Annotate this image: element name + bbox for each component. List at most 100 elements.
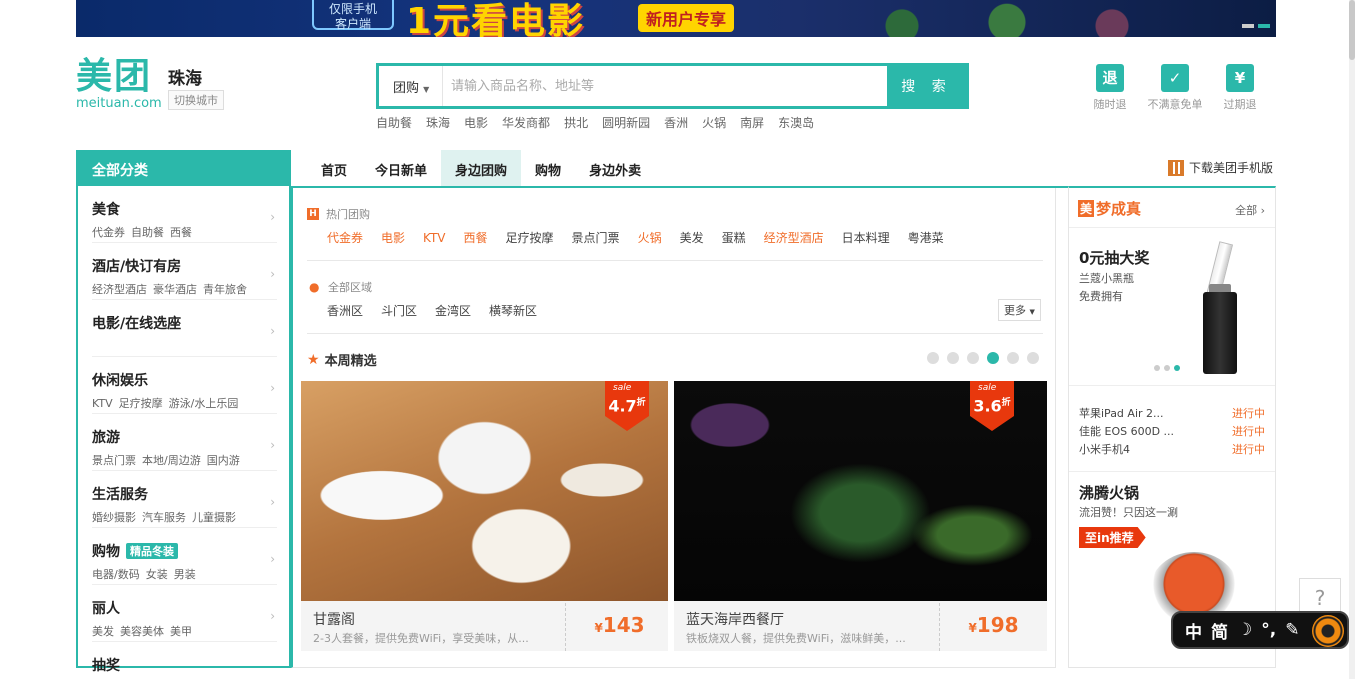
category-sub-link[interactable]: 儿童摄影	[192, 511, 236, 524]
category-sub-link[interactable]: 男装	[174, 568, 196, 581]
hot-search-word[interactable]: 珠海	[426, 116, 450, 130]
area-tag[interactable]: 斗门区	[381, 304, 417, 318]
hot-tag[interactable]: 西餐	[464, 231, 488, 245]
prize-card[interactable]: 0元抽大奖 兰蔻小黑瓶 免费拥有	[1069, 228, 1275, 386]
category-sub-link[interactable]: 美容美体	[120, 625, 164, 638]
category-sub-link[interactable]: 国内游	[207, 454, 240, 467]
hot-tag[interactable]: 电影	[381, 231, 405, 245]
category-sub-link[interactable]: 美甲	[170, 625, 192, 638]
category-sub-link[interactable]: 自助餐	[131, 226, 164, 239]
nav-tab[interactable]: 今日新单	[361, 150, 441, 186]
area-tag[interactable]: 金湾区	[435, 304, 471, 318]
hot-search-word[interactable]: 圆明新园	[602, 116, 650, 130]
category-sub-link[interactable]: 经济型酒店	[92, 283, 147, 296]
sidebar-category[interactable]: 旅游 景点门票 本地/周边游 国内游 ›	[92, 414, 277, 471]
nav-tab[interactable]: 购物	[521, 150, 575, 186]
category-sub-link[interactable]: KTV	[92, 397, 113, 410]
hot-tag[interactable]: 火锅	[638, 231, 662, 245]
hot-search-word[interactable]: 自助餐	[376, 116, 412, 130]
hot-tag[interactable]: 景点门票	[572, 231, 620, 245]
switch-city-button[interactable]: 切换城市	[168, 90, 224, 110]
hot-tag[interactable]: 日本料理	[842, 231, 890, 245]
app-download-link[interactable]: 下载美团手机版	[1168, 159, 1273, 176]
hot-tag[interactable]: 足疗按摩	[506, 231, 554, 245]
carousel-dot[interactable]	[927, 352, 939, 364]
category-sub-link[interactable]: 西餐	[170, 226, 192, 239]
view-all-link[interactable]: 全部 ›	[1235, 202, 1265, 218]
sidebar-category[interactable]: 丽人 美发 美容美体 美甲 ›	[92, 585, 277, 642]
area-tag[interactable]: 香洲区	[327, 304, 363, 318]
category-sub-link[interactable]: 青年旅舍	[203, 283, 247, 296]
ime-lang-icon[interactable]: 中	[1185, 618, 1202, 643]
hot-search-word[interactable]: 东澳岛	[778, 116, 814, 130]
ime-toolbar[interactable]: 中简 ☽ °, ✎	[1171, 611, 1349, 649]
category-sub-link[interactable]: 本地/周边游	[142, 454, 201, 467]
hot-tag[interactable]: KTV	[423, 231, 445, 245]
category-title[interactable]: 休闲娱乐	[92, 370, 277, 390]
guarantee-item[interactable]: ¥ 过期退	[1210, 64, 1270, 112]
category-sub-link[interactable]: 游泳/水上乐园	[169, 397, 239, 410]
deal-card[interactable]: sale 3.6折 蓝天海岸西餐厅 铁板烧双人餐，提供免费WiFi，滋味鲜美，..…	[674, 381, 1047, 651]
hot-search-word[interactable]: 火锅	[702, 116, 726, 130]
banner-dots[interactable]	[1238, 17, 1270, 31]
sidebar-category[interactable]: 抽奖	[92, 642, 277, 679]
hot-tag[interactable]: 蛋糕	[722, 231, 746, 245]
auction-row[interactable]: 苹果iPad Air 2... 进行中	[1079, 405, 1265, 423]
ime-simplified-icon[interactable]: 简	[1211, 618, 1228, 643]
moon-icon[interactable]: ☽	[1237, 620, 1252, 640]
category-sub-link[interactable]: 女装	[146, 568, 168, 581]
carousel-dot[interactable]	[947, 352, 959, 364]
hot-search-word[interactable]: 南屏	[740, 116, 764, 130]
category-title[interactable]: 旅游	[92, 427, 277, 447]
category-sub-link[interactable]: 婚纱摄影	[92, 511, 136, 524]
prize-carousel-dots[interactable]	[1154, 365, 1184, 371]
auction-row[interactable]: 佳能 EOS 600D ... 进行中	[1079, 423, 1265, 441]
hot-tag[interactable]: 美发	[680, 231, 704, 245]
hot-search-word[interactable]: 香洲	[664, 116, 688, 130]
hot-tag[interactable]: 粤港菜	[908, 231, 944, 245]
nav-tab[interactable]: 首页	[307, 150, 361, 186]
category-title[interactable]: 生活服务	[92, 484, 277, 504]
category-sub-link[interactable]: 豪华酒店	[153, 283, 197, 296]
category-title[interactable]: 美食	[92, 199, 277, 219]
category-sub-link[interactable]: 美发	[92, 625, 114, 638]
top-banner[interactable]: 仅限手机 客户端 1元看电影 新用户专享	[76, 0, 1276, 37]
scrollbar[interactable]	[1349, 0, 1355, 679]
sidebar-category[interactable]: 电影/在线选座 ›	[92, 300, 277, 357]
search-button[interactable]: 搜 索	[887, 66, 966, 106]
category-sub-link[interactable]: 汽车服务	[142, 511, 186, 524]
carousel-dot[interactable]	[1027, 352, 1039, 364]
sidebar-category[interactable]: 美食 代金券 自助餐 西餐 ›	[92, 186, 277, 243]
nav-tab[interactable]: 身边团购	[441, 150, 522, 186]
more-areas-button[interactable]: 更多 ▼	[998, 299, 1041, 321]
carousel-dot[interactable]	[987, 352, 999, 364]
scroll-thumb[interactable]	[1349, 0, 1355, 60]
category-sub-link[interactable]: 景点门票	[92, 454, 136, 467]
guarantee-item[interactable]: ✓ 不满意免单	[1145, 64, 1205, 112]
category-title[interactable]: 丽人	[92, 598, 277, 618]
all-categories-header[interactable]: 全部分类	[76, 150, 291, 186]
category-sub-link[interactable]: 足疗按摩	[119, 397, 163, 410]
carousel-dot[interactable]	[967, 352, 979, 364]
category-title[interactable]: 酒店/快订有房	[92, 256, 277, 276]
guarantee-item[interactable]: 退随时退	[1080, 64, 1140, 112]
sidebar-category[interactable]: 购物 精品冬装 电器/数码 女装 男装 ›	[92, 528, 277, 585]
hot-tag[interactable]: 经济型酒店	[764, 231, 824, 245]
sidebar-category[interactable]: 生活服务 婚纱摄影 汽车服务 儿童摄影 ›	[92, 471, 277, 528]
area-tag[interactable]: 横琴新区	[489, 304, 537, 318]
ime-logo-icon[interactable]	[1312, 615, 1344, 647]
hot-search-word[interactable]: 华发商都	[502, 116, 550, 130]
deal-card[interactable]: sale 4.7折 甘露阁 2-3人套餐，提供免费WiFi，享受美味，从... ¥…	[301, 381, 668, 651]
auction-row[interactable]: 小米手机4 进行中	[1079, 441, 1265, 459]
category-sub-link[interactable]: 电器/数码	[92, 568, 140, 581]
search-input[interactable]	[443, 66, 887, 106]
category-title[interactable]: 电影/在线选座	[92, 313, 277, 333]
wrench-icon[interactable]: ✎	[1285, 620, 1299, 640]
carousel-dots[interactable]	[927, 352, 1047, 364]
hot-tag[interactable]: 代金券	[327, 231, 363, 245]
deal-name[interactable]: 甘露阁	[313, 609, 355, 629]
hot-search-word[interactable]: 电影	[464, 116, 488, 130]
deal-name[interactable]: 蓝天海岸西餐厅	[686, 609, 784, 629]
category-title[interactable]: 抽奖	[92, 655, 277, 675]
nav-tab[interactable]: 身边外卖	[575, 150, 655, 186]
